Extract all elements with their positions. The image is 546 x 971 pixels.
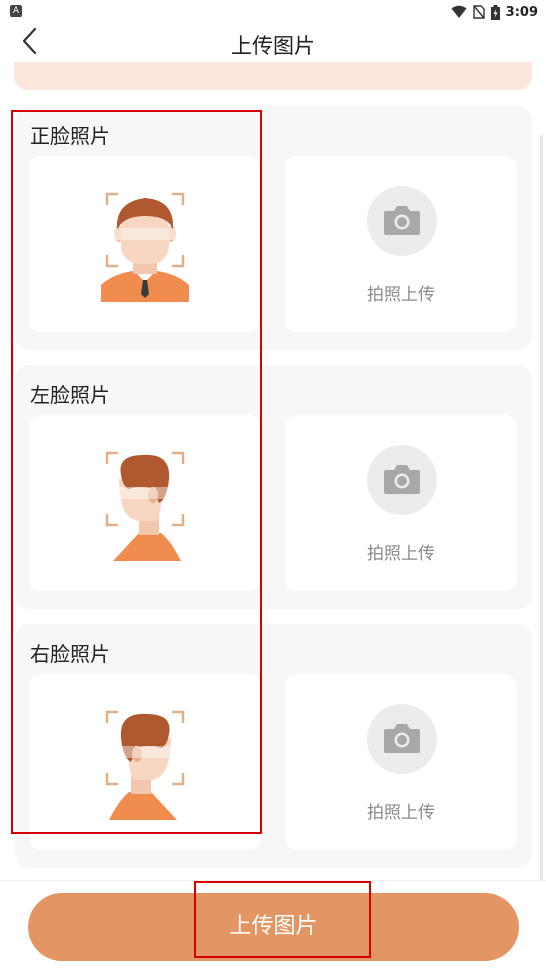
camera-icon [384,206,420,235]
right-face-upload-card[interactable]: 拍照上传 [285,674,517,850]
nav-bar: 上传图片 [0,24,546,64]
app-notification-icon: A [10,5,22,17]
scrollbar[interactable] [540,135,543,905]
front-face-sample-card [29,156,261,332]
section-title: 右脸照片 [30,642,110,666]
take-photo-label: 拍照上传 [367,285,435,305]
status-icons: 3:09 [451,3,538,21]
left-face-camera-button[interactable] [367,445,437,515]
take-photo-label: 拍照上传 [367,803,435,823]
left-face-upload-card[interactable]: 拍照上传 [285,415,517,591]
right-face-sample-image [105,710,185,820]
tip-banner [14,62,532,90]
battery-icon [490,4,500,20]
left-face-sample-card [29,415,261,591]
upload-button[interactable]: 上传图片 [28,893,519,961]
bottom-bar: 上传图片 [0,880,546,971]
right-face-sample-card [29,674,261,850]
section-title: 左脸照片 [30,383,110,407]
take-photo-label: 拍照上传 [367,544,435,564]
left-face-section: 左脸照片 拍照上传 [15,365,532,609]
front-face-upload-card[interactable]: 拍照上传 [285,156,517,332]
right-face-camera-button[interactable] [367,704,437,774]
status-bar: A 3:09 [0,0,546,24]
front-face-camera-button[interactable] [367,186,437,256]
no-sim-icon [472,5,485,19]
wifi-icon [451,5,467,18]
left-face-sample-image [105,451,185,561]
status-time: 3:09 [505,4,538,20]
camera-icon [384,724,420,753]
section-title: 正脸照片 [30,124,110,148]
front-face-sample-image [101,192,189,302]
page-title: 上传图片 [231,34,315,58]
camera-icon [384,465,420,494]
right-face-section: 右脸照片 拍照上传 [15,624,532,868]
front-face-section: 正脸照片 拍照上传 [15,106,532,350]
